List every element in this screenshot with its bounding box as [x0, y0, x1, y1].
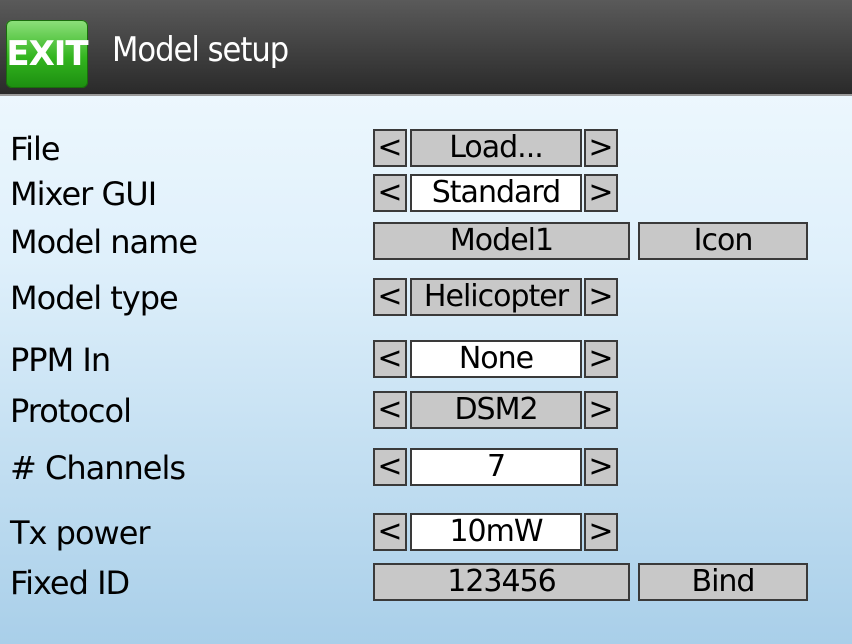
- protocol-label: Protocol: [10, 392, 132, 430]
- ppm-in-value[interactable]: None: [410, 340, 582, 378]
- tx-power-label: Tx power: [10, 514, 151, 552]
- channels-prev-button[interactable]: <: [373, 448, 407, 486]
- tx-power-prev-button[interactable]: <: [373, 513, 407, 551]
- page-title: Model setup: [112, 30, 289, 70]
- row-channels: # Channels < 7 >: [0, 445, 852, 491]
- mixer-gui-label: Mixer GUI: [10, 175, 157, 213]
- mixer-gui-next-button[interactable]: >: [584, 174, 618, 212]
- title-bar: EXIT Model setup: [0, 0, 852, 96]
- model-name-field[interactable]: Model1: [373, 222, 630, 260]
- row-protocol: Protocol < DSM2 >: [0, 388, 852, 434]
- fixed-id-label: Fixed ID: [10, 564, 130, 602]
- protocol-next-button[interactable]: >: [584, 391, 618, 429]
- row-file: File < Load... >: [0, 126, 852, 172]
- model-type-value[interactable]: Helicopter: [410, 278, 582, 316]
- file-value[interactable]: Load...: [410, 129, 582, 167]
- file-prev-button[interactable]: <: [373, 129, 407, 167]
- channels-value[interactable]: 7: [410, 448, 582, 486]
- row-fixed-id: Fixed ID 123456 Bind: [0, 560, 852, 606]
- channels-label: # Channels: [10, 449, 186, 487]
- tx-power-value[interactable]: 10mW: [410, 513, 582, 551]
- file-label: File: [10, 130, 61, 168]
- channels-next-button[interactable]: >: [584, 448, 618, 486]
- model-type-next-button[interactable]: >: [584, 278, 618, 316]
- row-model-name: Model name Model1 Icon: [0, 219, 852, 265]
- row-ppm-in: PPM In < None >: [0, 337, 852, 383]
- ppm-in-label: PPM In: [10, 341, 111, 379]
- protocol-value[interactable]: DSM2: [410, 391, 582, 429]
- protocol-prev-button[interactable]: <: [373, 391, 407, 429]
- icon-button[interactable]: Icon: [638, 222, 808, 260]
- tx-power-next-button[interactable]: >: [584, 513, 618, 551]
- row-tx-power: Tx power < 10mW >: [0, 510, 852, 556]
- mixer-gui-prev-button[interactable]: <: [373, 174, 407, 212]
- fixed-id-field[interactable]: 123456: [373, 563, 630, 601]
- ppm-in-next-button[interactable]: >: [584, 340, 618, 378]
- mixer-gui-value[interactable]: Standard: [410, 174, 582, 212]
- exit-button[interactable]: EXIT: [6, 20, 89, 88]
- model-type-prev-button[interactable]: <: [373, 278, 407, 316]
- row-model-type: Model type < Helicopter >: [0, 275, 852, 321]
- ppm-in-prev-button[interactable]: <: [373, 340, 407, 378]
- row-mixer-gui: Mixer GUI < Standard >: [0, 171, 852, 217]
- model-name-label: Model name: [10, 223, 198, 261]
- bind-button[interactable]: Bind: [638, 563, 808, 601]
- file-next-button[interactable]: >: [584, 129, 618, 167]
- model-type-label: Model type: [10, 279, 179, 317]
